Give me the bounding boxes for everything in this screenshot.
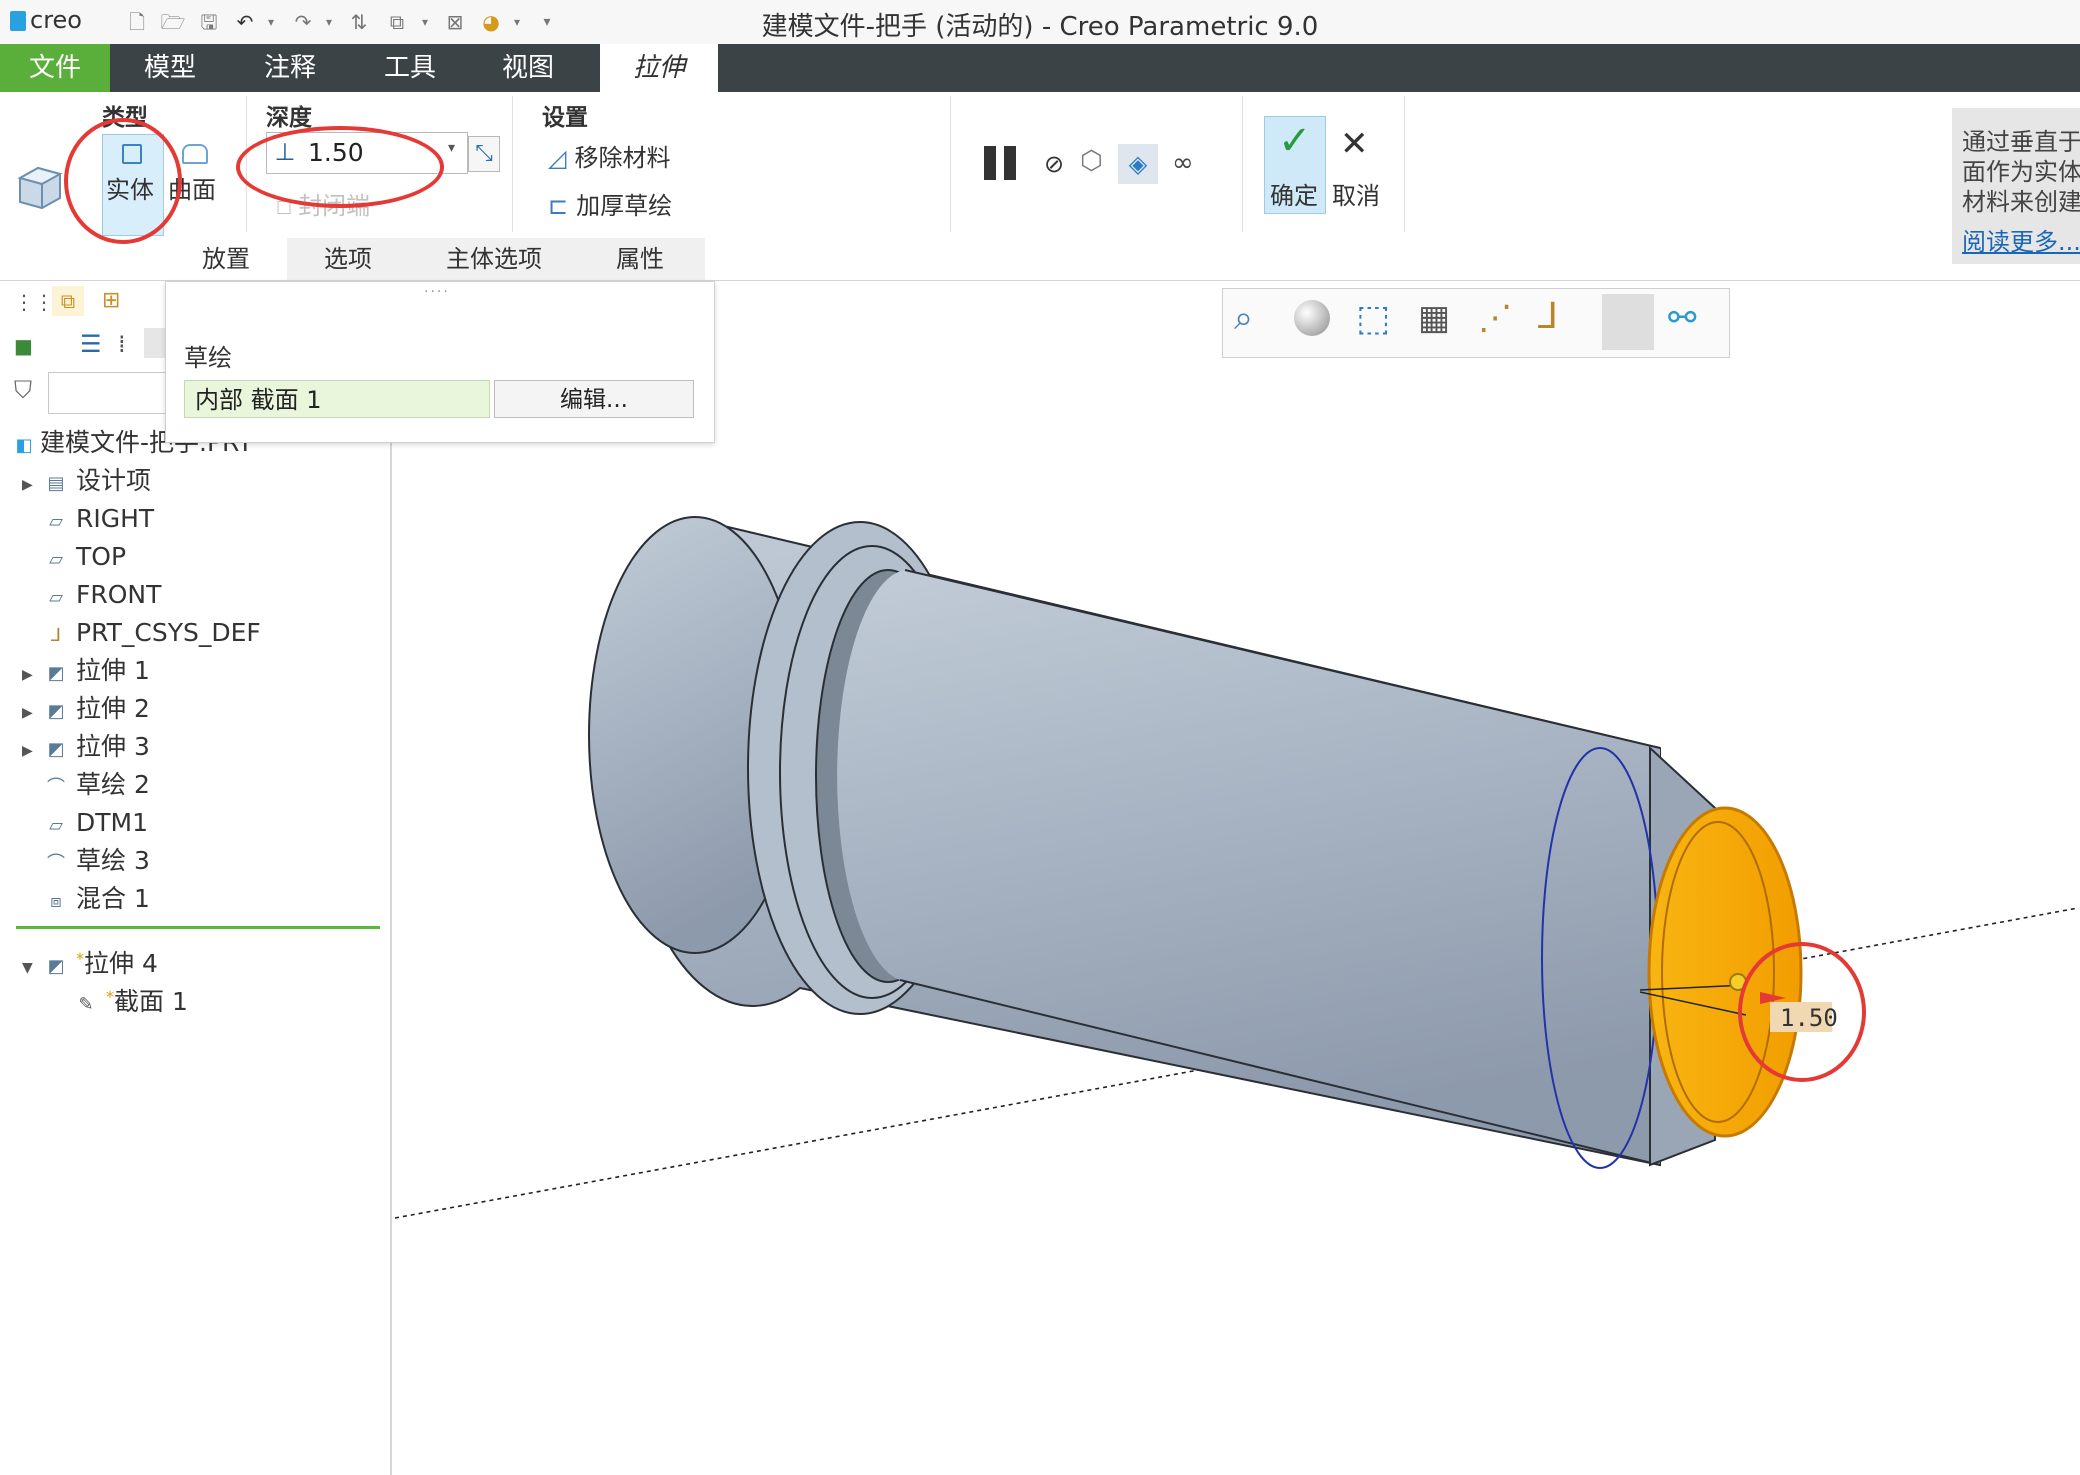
extrude-icon: ◩ — [47, 701, 65, 722]
display-style-icon[interactable] — [1294, 300, 1330, 336]
extrude-icon: ◩ — [47, 663, 65, 684]
collapse-arrow-icon[interactable]: ▼ — [22, 949, 38, 987]
part-icon: ◧ — [15, 435, 33, 456]
tree-item-extrude-4[interactable]: ▼ ◩ *拉伸 4 — [22, 940, 158, 978]
zoom-icon[interactable]: ⌕ — [1234, 298, 1253, 338]
tree-columns-icon[interactable]: ☰ — [80, 330, 102, 358]
thicken-sketch-icon: ⊏ — [548, 192, 569, 220]
tree-settings-icon[interactable]: ⁞ — [118, 330, 126, 358]
tab-body-options[interactable]: 主体选项 — [410, 238, 578, 280]
tab-view[interactable]: 视图 — [478, 44, 578, 92]
tab-placement[interactable]: 放置 — [165, 238, 287, 280]
expand-arrow-icon[interactable]: ▶ — [22, 656, 38, 694]
tab-extrude[interactable]: 拉伸 — [600, 44, 718, 92]
annotation-display-icon[interactable] — [1602, 294, 1654, 350]
new-feature-marker-icon: * — [106, 987, 114, 1006]
coordinate-system-icon: ⅃ — [50, 625, 62, 646]
close-icon[interactable]: ✕ — [1340, 124, 1369, 164]
new-feature-marker-icon: * — [76, 949, 84, 968]
csys-display-icon[interactable]: ⅃ — [1538, 296, 1558, 337]
sketch-heading: 草绘 — [184, 344, 232, 372]
tree-item-right[interactable]: ▱ RIGHT — [46, 500, 154, 538]
annotation-circle — [64, 118, 182, 244]
cancel-button[interactable]: 取消 — [1332, 176, 1380, 211]
tab-properties[interactable]: 属性 — [580, 238, 700, 280]
datum-plane-icon: ▱ — [49, 587, 63, 608]
spin-center-icon[interactable]: ⚯ — [1668, 298, 1697, 338]
extrude-icon: ◩ — [47, 739, 65, 760]
expand-arrow-icon[interactable]: ▶ — [22, 694, 38, 732]
tab-annotate[interactable]: 注释 — [240, 44, 340, 92]
ok-label: 确定 — [1270, 182, 1318, 210]
no-preview-icon[interactable]: ⊘ — [1044, 150, 1064, 178]
annotation-circle — [1738, 942, 1866, 1082]
surface-icon — [182, 144, 208, 164]
title-bar: creo 🗋 🗁 🖫 ↶ ▾ ↷ ▾ ⇅ ⧉ ▾ ⊠ ◕ ▾ ▾ 建模文件-把手… — [0, 0, 2080, 45]
insert-indicator — [16, 926, 380, 929]
model-tree-tab-icon[interactable]: ⋮⋮ — [14, 290, 54, 314]
depth-group-label: 深度 — [266, 105, 312, 131]
window-title: 建模文件-把手 (活动的) - Creo Parametric 9.0 — [761, 12, 1319, 42]
pause-icon-bar — [1004, 146, 1016, 180]
tree-search-input[interactable] — [48, 372, 168, 414]
expand-arrow-icon[interactable]: ▶ — [22, 732, 38, 770]
expand-arrow-icon[interactable]: ▶ — [22, 466, 38, 504]
extrude-icon: ◩ — [47, 956, 65, 977]
blend-icon: ⧈ — [50, 891, 62, 912]
settings-group-label: 设置 — [542, 105, 588, 131]
sketch-icon: ⌒ — [47, 853, 65, 874]
tree-item-sketch-2[interactable]: ⌒ 草绘 2 — [46, 766, 150, 804]
sketch-icon: ⌒ — [47, 777, 65, 798]
tree-item-section-1[interactable]: ✎ *截面 1 — [76, 978, 187, 1016]
tree-view-toggle-icon[interactable] — [144, 328, 166, 358]
extrude-feature-icon — [16, 160, 64, 214]
saved-orientations-icon[interactable]: ⬚ — [1356, 298, 1390, 339]
group-divider — [512, 96, 513, 232]
tree-item-extrude-2[interactable]: ▶ ◩ 拉伸 2 — [22, 690, 150, 728]
help-tip-line: 材料来创建 — [1962, 188, 2080, 216]
tree-item-extrude-1[interactable]: ▶ ◩ 拉伸 1 — [22, 652, 150, 690]
depth-dropdown-icon[interactable]: ▾ — [448, 140, 455, 156]
design-items-icon: ▤ — [47, 473, 65, 494]
datum-plane-icon: ▱ — [49, 511, 63, 532]
annotation-circle — [236, 126, 444, 208]
tab-options[interactable]: 选项 — [288, 238, 408, 280]
tree-item-csys[interactable]: ⅃ PRT_CSYS_DEF — [46, 614, 261, 652]
tree-item-sketch-3[interactable]: ⌒ 草绘 3 — [46, 842, 150, 880]
show-icon[interactable]: ■ — [14, 334, 33, 358]
panel-grip[interactable]: ···· — [424, 284, 450, 300]
view-manager-icon[interactable]: ▦ — [1418, 298, 1450, 338]
tree-item-extrude-3[interactable]: ▶ ◩ 拉伸 3 — [22, 728, 150, 766]
geometry-preview-icon[interactable]: ◈ — [1118, 144, 1158, 184]
graphics-area[interactable]: 1.50 — [392, 360, 2080, 1470]
tree-item-top[interactable]: ▱ TOP — [46, 538, 126, 576]
remove-material-button[interactable]: ◿ 移除材料 — [548, 138, 670, 173]
folder-browser-icon[interactable]: ⧉ — [52, 286, 84, 316]
verify-mode-icon[interactable]: ∞ — [1172, 148, 1194, 178]
flip-direction-icon[interactable]: ⤡ — [468, 136, 500, 172]
datum-display-icon[interactable]: ⋰ — [1478, 298, 1512, 338]
filter-icon[interactable]: ⛉ — [14, 376, 32, 404]
favorites-icon[interactable]: ⊞ — [102, 288, 120, 313]
tree-item-dtm1[interactable]: ▱ DTM1 — [46, 804, 148, 842]
tree-item-blend-1[interactable]: ⧈ 混合 1 — [46, 880, 150, 918]
group-divider — [950, 96, 951, 232]
tree-item-design-items[interactable]: ▶ ▤ 设计项 — [22, 462, 151, 500]
read-more-link[interactable]: 阅读更多... — [1962, 222, 2080, 257]
datum-plane-icon: ▱ — [49, 549, 63, 570]
section-sketch-icon: ✎ — [78, 994, 94, 1015]
tree-item-front[interactable]: ▱ FRONT — [46, 576, 161, 614]
attached-preview-icon[interactable]: ⬡ — [1080, 146, 1103, 176]
tab-file[interactable]: 文件 — [0, 44, 110, 92]
pause-icon[interactable] — [984, 146, 996, 180]
datum-plane-icon: ▱ — [49, 815, 63, 836]
tab-tools[interactable]: 工具 — [360, 44, 460, 92]
tab-model[interactable]: 模型 — [120, 44, 220, 92]
group-divider — [1242, 96, 1243, 232]
group-divider — [1404, 96, 1405, 232]
thicken-sketch-button[interactable]: ⊏ 加厚草绘 — [548, 186, 672, 221]
checkmark-icon: ✓ — [1278, 118, 1312, 164]
remove-material-icon: ◿ — [548, 144, 567, 172]
